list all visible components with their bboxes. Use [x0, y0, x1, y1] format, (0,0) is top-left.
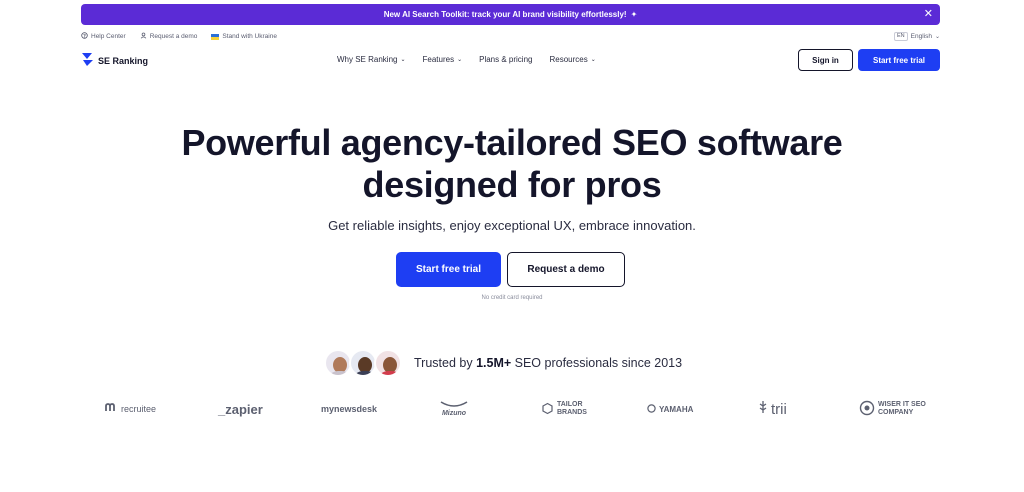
logo-icon — [81, 52, 94, 69]
logo-text: SE Ranking — [98, 55, 149, 66]
brand-logo: _zapier — [218, 398, 263, 420]
banner-text[interactable]: New AI Search Toolkit: track your AI bra… — [384, 10, 627, 19]
brand-logo: Mizuno — [440, 398, 468, 420]
ukraine-label: Stand with Ukraine — [222, 33, 277, 40]
nav-item-resources[interactable]: Resources ⌄ — [549, 55, 595, 64]
avatar — [349, 349, 377, 377]
trust-suffix: SEO professionals since 2013 — [511, 356, 683, 370]
request-demo-link[interactable]: Request a demo — [140, 32, 198, 41]
language-badge: EN — [894, 32, 908, 41]
trust-text: Trusted by 1.5M+ SEO professionals since… — [414, 356, 682, 370]
help-icon — [81, 32, 88, 41]
brand-logo: mynewsdesk — [321, 398, 377, 420]
announcement-banner[interactable]: New AI Search Toolkit: track your AI bra… — [81, 4, 940, 25]
brand-name: YAMAHA — [659, 404, 694, 414]
avatar — [324, 349, 352, 377]
request-demo-label: Request a demo — [149, 33, 198, 40]
brand-name: Mizuno — [441, 410, 467, 417]
nav-menu: Why SE Ranking ⌄ Features ⌄ Plans & pric… — [337, 55, 596, 64]
sparkle-icon: ✦ — [630, 10, 638, 19]
brand-logos: recruitee _zapier mynewsdesk Mizuno TAIL… — [90, 398, 940, 420]
hero-title: Powerful agency-tailored SEO software de… — [112, 122, 912, 206]
chevron-down-icon: ⌄ — [590, 57, 596, 63]
tailor-icon — [541, 402, 554, 417]
wiser-icon — [859, 400, 875, 418]
nav-item-features[interactable]: Features ⌄ — [423, 55, 463, 64]
user-icon — [140, 32, 147, 41]
nav-item-label: Plans & pricing — [479, 55, 533, 64]
start-trial-nav-button[interactable]: Start free trial — [858, 49, 940, 71]
ukraine-link[interactable]: Stand with Ukraine — [211, 33, 277, 40]
brand-name: mynewsdesk — [321, 404, 378, 414]
trii-icon — [758, 400, 768, 418]
brand-logo: YAMAHA — [647, 398, 693, 420]
language-selector[interactable]: EN English ⌄ — [894, 32, 940, 41]
trust-highlight: 1.5M+ — [476, 356, 512, 370]
recruitee-icon — [105, 403, 118, 415]
brand-name: TAILOR BRANDS — [557, 401, 587, 416]
hero-subtitle: Get reliable insights, enjoy exceptional… — [328, 218, 696, 233]
language-label: English — [910, 33, 932, 40]
request-demo-button[interactable]: Request a demo — [507, 252, 625, 287]
nav-item-pricing[interactable]: Plans & pricing — [479, 55, 532, 64]
brand-logo: trii — [758, 398, 787, 420]
brand-name: WISER IT SEO COMPANY — [878, 401, 926, 416]
utility-bar: Help Center Request a demo Stand with Uk… — [81, 32, 940, 44]
brand-name: recruitee — [121, 404, 157, 414]
main-nav: SE Ranking Why SE Ranking ⌄ Features ⌄ P… — [81, 48, 940, 72]
hero-title-line1: Powerful agency-tailored SEO software — [181, 122, 843, 163]
avatar-group — [324, 349, 404, 377]
sign-in-button[interactable]: Sign in — [798, 49, 853, 71]
mizuno-icon — [440, 401, 468, 410]
start-trial-button[interactable]: Start free trial — [396, 252, 501, 287]
nav-item-why[interactable]: Why SE Ranking ⌄ — [337, 55, 406, 64]
nav-item-label: Resources — [549, 55, 588, 64]
avatar — [374, 349, 402, 377]
brand-logo: TAILOR BRANDS — [541, 398, 591, 420]
help-center-label: Help Center — [91, 33, 126, 40]
brand-logo: recruitee — [105, 398, 156, 420]
nav-item-label: Why SE Ranking — [337, 55, 398, 64]
ukraine-flag-icon — [211, 33, 220, 40]
brand-name: _zapier — [218, 401, 263, 417]
brand-logo: WISER IT SEO COMPANY — [859, 398, 928, 420]
chevron-down-icon: ⌄ — [934, 34, 940, 40]
trust-row: Trusted by 1.5M+ SEO professionals since… — [324, 349, 682, 377]
yamaha-icon — [647, 403, 656, 415]
close-icon[interactable]: ✕ — [924, 8, 933, 20]
trust-prefix: Trusted by — [414, 356, 477, 370]
logo[interactable]: SE Ranking — [81, 52, 148, 69]
help-center-link[interactable]: Help Center — [81, 32, 126, 41]
brand-name: trii — [771, 400, 787, 418]
nav-item-label: Features — [422, 55, 455, 64]
hero-title-line2: designed for pros — [362, 164, 662, 205]
no-credit-card-note: No credit card required — [481, 295, 543, 301]
chevron-down-icon: ⌄ — [400, 57, 406, 63]
chevron-down-icon: ⌄ — [457, 57, 463, 63]
